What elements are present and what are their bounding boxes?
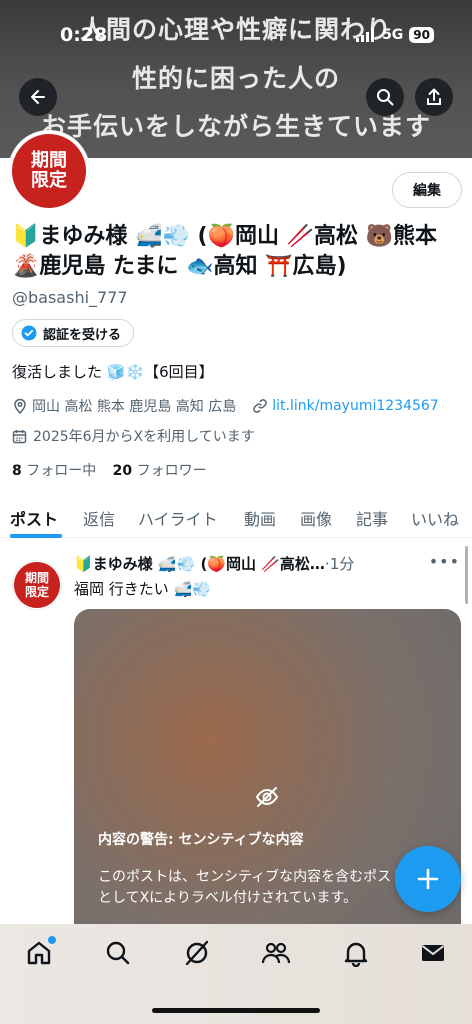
post-avatar[interactable]: 期間 限定 [12, 560, 62, 610]
back-arrow-icon [31, 90, 45, 104]
nav-notifications[interactable] [341, 938, 371, 968]
avatar-text-bottom: 限定 [31, 170, 67, 191]
plus-icon [417, 868, 439, 890]
join-date-row: 2025年6月からXを利用しています [12, 426, 255, 446]
compose-post-button[interactable] [395, 846, 461, 912]
back-button[interactable] [19, 78, 57, 116]
calendar-icon [12, 429, 27, 443]
active-tab-indicator [10, 534, 62, 538]
join-date-text: 2025年6月からXを利用しています [33, 429, 255, 445]
nav-messages[interactable] [418, 938, 448, 968]
share-button[interactable] [415, 78, 453, 116]
post-avatar-text-top: 期間 [24, 571, 49, 585]
tab-videos[interactable]: 動画 [244, 506, 276, 530]
post-avatar-text-bottom: 限定 [24, 585, 49, 599]
location-icon [14, 398, 26, 414]
profile-link[interactable]: lit.link/mayumi1234567 [272, 398, 438, 414]
status-indicators: 5G 90 [356, 27, 434, 43]
follow-stats: 8 フォロー中 20 フォロワー [12, 460, 207, 480]
search-icon [377, 89, 394, 106]
sensitive-warning-title: 内容の警告: センシティブな内容 [98, 832, 304, 848]
post-time: ·1分 [324, 555, 355, 573]
messages-icon [421, 945, 445, 961]
avatar-text-top: 期間 [31, 150, 67, 171]
nav-home[interactable] [24, 936, 56, 968]
network-label: 5G [382, 27, 404, 43]
following-label: フォロー中 [26, 463, 97, 479]
tab-posts[interactable]: ポスト [10, 506, 58, 530]
post-text: 福岡 行きたい 🚅💨 [74, 580, 211, 598]
search-icon [106, 941, 130, 965]
notifications-icon [344, 942, 368, 967]
verified-badge-icon [21, 325, 37, 341]
profile-avatar[interactable]: 期間 限定 [8, 130, 90, 212]
edit-profile-button[interactable]: 編集 [392, 172, 462, 208]
post-more-icon[interactable]: ••• [429, 552, 460, 571]
post-header: 🔰まゆみ様 🚅💨 (🍑岡山 🥢高松…·1分 [74, 553, 444, 574]
eye-off-icon [255, 787, 279, 807]
share-icon [427, 88, 441, 105]
get-verified-button[interactable]: 認証を受ける [12, 319, 135, 347]
location-text: 岡山 高松 熊本 鹿児島 高知 広島 [32, 399, 237, 415]
tab-articles[interactable]: 記事 [356, 506, 388, 530]
nav-communities[interactable] [261, 938, 291, 968]
profile-bio: 復活しました 🧊❄️【6回目】 [12, 363, 214, 381]
signal-icon [356, 28, 375, 42]
post-avatar-image: 期間 限定 [14, 562, 60, 608]
post-author-name[interactable]: 🔰まゆみ様 🚅💨 (🍑岡山 🥢高松… [74, 555, 325, 573]
verify-label: 認証を受ける [43, 327, 122, 343]
grok-icon [185, 940, 209, 966]
scrollbar[interactable] [465, 546, 468, 604]
tab-likes[interactable]: いいね [411, 506, 459, 530]
nav-grok[interactable] [182, 938, 212, 968]
followers-link[interactable]: 20 フォロワー [113, 463, 207, 479]
following-link[interactable]: 8 フォロー中 [12, 463, 96, 479]
home-notification-dot [48, 936, 56, 944]
nav-search[interactable] [103, 938, 133, 968]
user-handle: @basashi_777 [12, 288, 128, 307]
followers-label: フォロワー [136, 463, 207, 479]
sensitive-warning-body: このポストは、センシティブな内容を含むポストとしてXによりラベル付けされています… [98, 869, 406, 906]
following-count: 8 [12, 463, 22, 479]
avatar-image: 期間 限定 [12, 134, 86, 208]
communities-icon [261, 942, 291, 964]
profile-meta-row: 岡山 高松 熊本 鹿児島 高知 広島 lit.link/mayumi123456… [12, 396, 439, 416]
battery-icon: 90 [409, 27, 434, 43]
tab-highlights[interactable]: ハイライト [138, 506, 218, 530]
display-name: 🔰まゆみ様 🚅💨 (🍑岡山 🥢高松 🐻熊本 🌋鹿児島 たまに 🐟高知 ⛩️広島) [12, 224, 438, 279]
profile-tabs: ポスト 返信 ハイライト 動画 画像 記事 いいね [0, 496, 472, 538]
tab-images[interactable]: 画像 [300, 506, 332, 530]
search-button[interactable] [366, 78, 404, 116]
status-time: 0:28 [60, 24, 108, 46]
tab-replies[interactable]: 返信 [83, 506, 115, 530]
link-icon [253, 399, 268, 413]
home-indicator[interactable] [152, 1008, 320, 1013]
followers-count: 20 [112, 463, 133, 479]
